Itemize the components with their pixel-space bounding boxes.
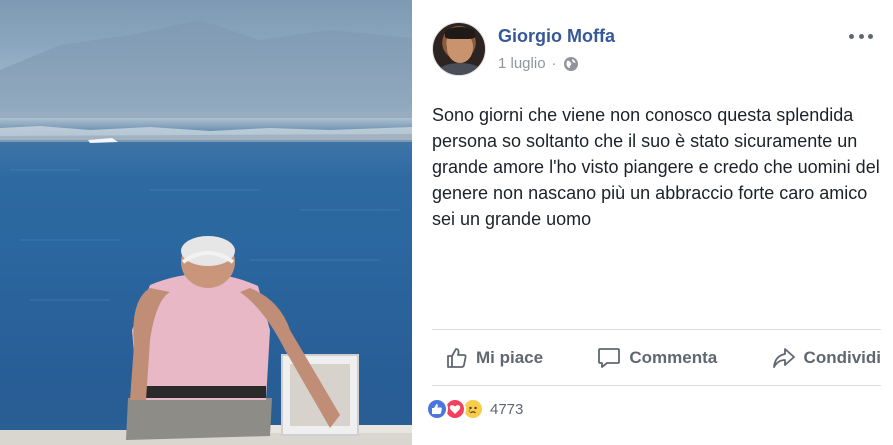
post-text: Sono giorni che viene non conosco questa…: [432, 105, 880, 229]
author-name[interactable]: Giorgio Moffa: [498, 26, 615, 47]
like-label: Mi piace: [476, 347, 544, 367]
reaction-count: 4773: [490, 400, 524, 418]
globe-icon[interactable]: [563, 56, 579, 72]
post-meta: 1 luglio ·: [498, 55, 579, 72]
meta-separator: ·: [551, 55, 557, 72]
share-label: Condividi: [803, 347, 881, 367]
post-photo[interactable]: [0, 0, 412, 445]
comment-button[interactable]: Commenta: [585, 338, 729, 378]
comment-label: Commenta: [629, 347, 718, 367]
more-options-icon[interactable]: [849, 30, 873, 42]
action-bar: Mi piace Commenta Condividi: [432, 330, 881, 385]
comment-icon: [598, 347, 621, 368]
thumbs-up-icon: [447, 347, 467, 368]
like-reaction-icon: [426, 398, 448, 420]
post-panel: Giorgio Moffa 1 luglio · Sono giorni che…: [412, 0, 893, 445]
author-avatar[interactable]: [432, 22, 486, 76]
share-button[interactable]: Condividi: [760, 338, 881, 378]
like-button[interactable]: Mi piace: [432, 338, 555, 378]
photo-scene: [0, 20, 412, 445]
reactions-summary[interactable]: 4773: [426, 398, 523, 420]
share-icon: [772, 347, 795, 368]
divider: [432, 385, 881, 386]
post-date[interactable]: 1 luglio: [498, 55, 546, 72]
